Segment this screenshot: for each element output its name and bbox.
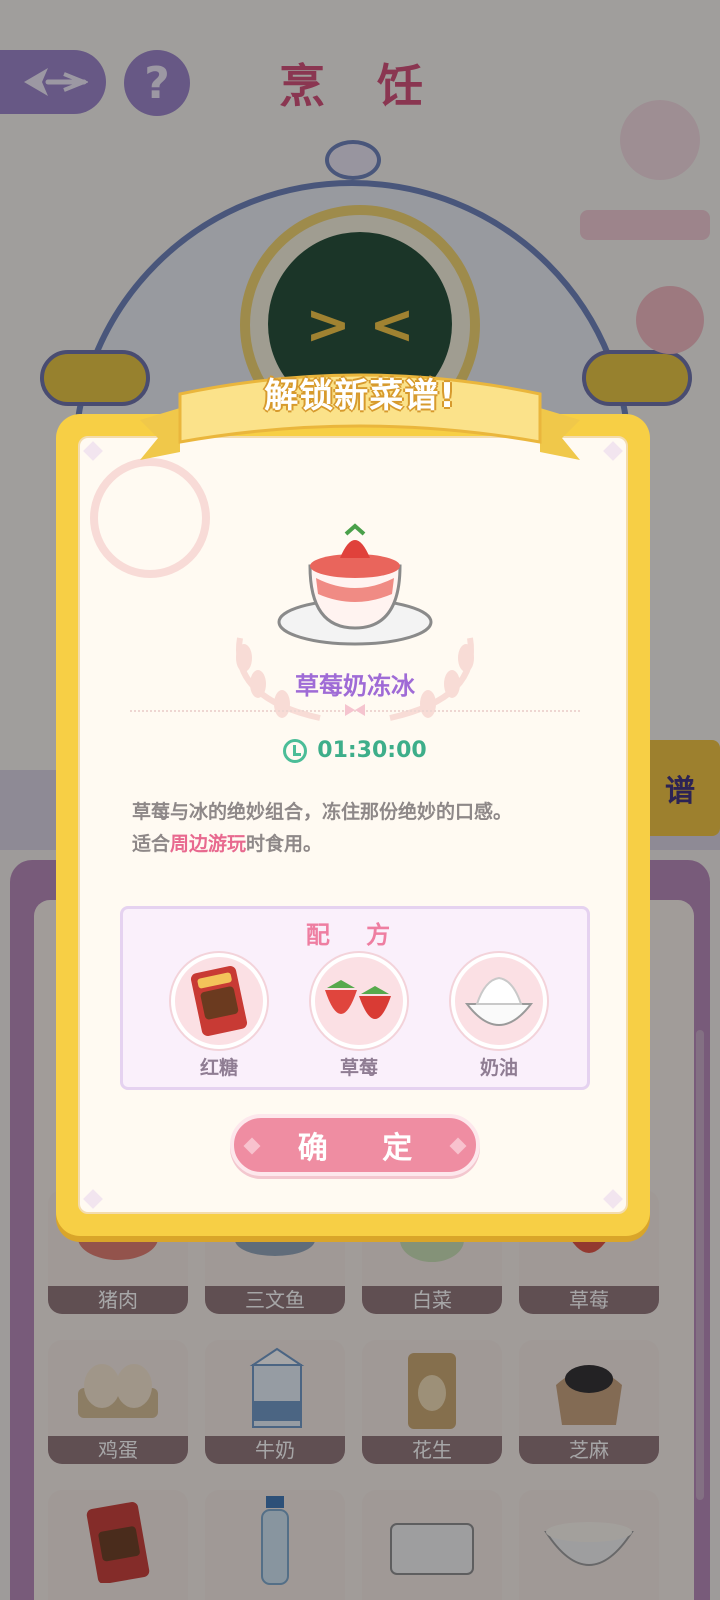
formula-ingredient: 草莓 bbox=[309, 953, 409, 1080]
description-line-1: 草莓与冰的绝妙组合，冻住那份绝妙的口感。 bbox=[132, 801, 513, 823]
confirm-button[interactable]: 确 定 bbox=[230, 1114, 480, 1176]
description-prefix: 适合 bbox=[132, 833, 171, 855]
confirm-label: 确 定 bbox=[297, 1131, 435, 1166]
recipe-formula: 配 方 红糖 草莓 奶油 bbox=[120, 906, 590, 1090]
corner-ornament bbox=[603, 441, 623, 461]
formula-ingredient: 奶油 bbox=[449, 953, 549, 1080]
dish-name: 草莓奶冻冰 bbox=[295, 672, 415, 700]
strawberry-pudding-icon bbox=[277, 523, 433, 646]
cream-icon bbox=[451, 953, 547, 1049]
cook-time: 01:30:00 bbox=[317, 738, 427, 763]
formula-ingredient: 红糖 bbox=[169, 953, 269, 1080]
button-ornament bbox=[449, 1137, 467, 1155]
corner-ornament bbox=[83, 441, 103, 461]
cook-timer: 01:30:00 bbox=[80, 738, 626, 763]
corner-ornament bbox=[603, 1189, 623, 1209]
formula-ingredients: 红糖 草莓 奶油 bbox=[169, 953, 549, 1080]
clock-icon bbox=[283, 738, 308, 763]
corner-ornament bbox=[83, 1189, 103, 1209]
description-suffix: 时食用。 bbox=[246, 833, 323, 855]
unlock-recipe-dialog: 草莓奶冻冰 01:30:00 草莓与冰的绝妙组合，冻住那份绝妙的口感。 适合周边… bbox=[56, 414, 650, 1236]
button-ornament bbox=[243, 1137, 261, 1155]
ingredient-label: 奶油 bbox=[479, 1057, 518, 1079]
strawberry-icon bbox=[311, 953, 407, 1049]
dish-description: 草莓与冰的绝妙组合，冻住那份绝妙的口感。 适合周边游玩时食用。 bbox=[132, 796, 602, 860]
formula-title: 配 方 bbox=[305, 921, 405, 949]
description-highlight: 周边游玩 bbox=[170, 833, 247, 855]
ingredient-label: 红糖 bbox=[199, 1057, 238, 1079]
description-line-2: 适合周边游玩时食用。 bbox=[132, 828, 602, 860]
dialog-content: 草莓奶冻冰 01:30:00 草莓与冰的绝妙组合，冻住那份绝妙的口感。 适合周边… bbox=[78, 436, 628, 1214]
dish-image bbox=[80, 518, 626, 668]
brown-sugar-icon bbox=[171, 953, 267, 1049]
ingredient-label: 草莓 bbox=[339, 1057, 378, 1079]
unlock-banner-title: 解锁新菜谱! bbox=[264, 376, 456, 416]
bow-icon bbox=[345, 704, 365, 716]
